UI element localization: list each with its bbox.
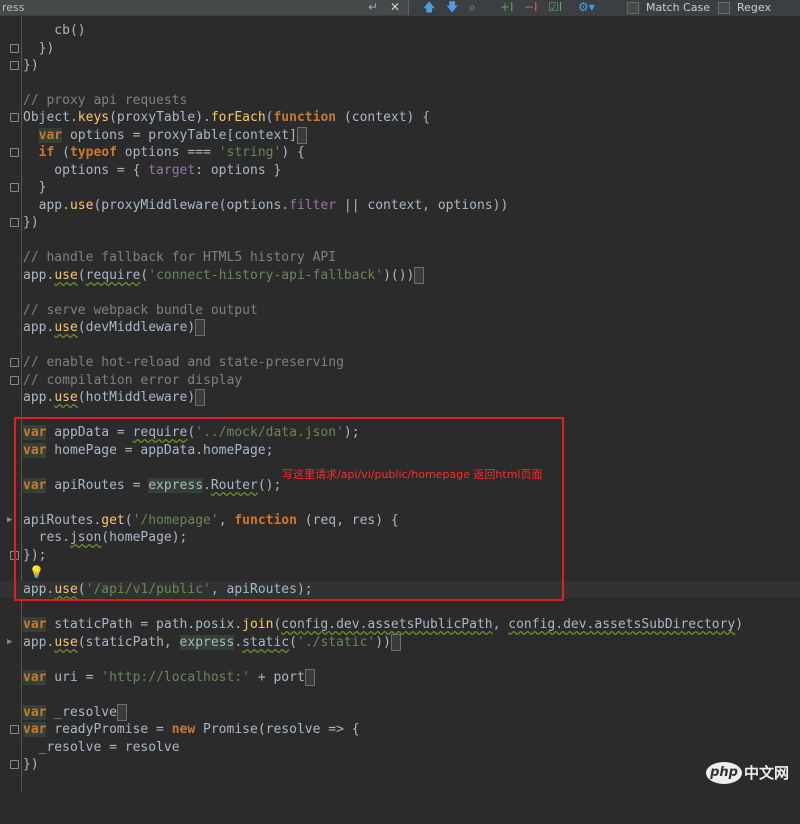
clear-search-icon[interactable]: ✕	[390, 0, 400, 15]
down-arrow-icon[interactable]: 🡇	[446, 0, 458, 15]
fold-marker-icon[interactable]	[10, 61, 19, 70]
code-line: if (typeof options === 'string') {	[0, 144, 800, 161]
fold-marker-icon[interactable]	[10, 218, 19, 227]
code-line: // enable hot-reload and state-preservin…	[0, 354, 800, 371]
fold-marker-icon[interactable]	[10, 44, 19, 53]
match-case-label[interactable]: Match Case	[646, 0, 710, 15]
search-input[interactable]: ress ↵ ✕	[0, 0, 409, 15]
code-line: var uri = 'http://localhost:' + port	[0, 669, 800, 686]
select-all-occurrences-icon[interactable]: ☑I	[548, 0, 562, 15]
add-occurrence-icon[interactable]: +I	[500, 0, 514, 15]
code-line: ▶ app.use(staticPath, express.static('./…	[0, 634, 800, 651]
remove-occurrence-icon[interactable]: −I	[524, 0, 538, 15]
code-editor[interactable]: cb() }) }) // proxy api requests Object.…	[0, 16, 800, 792]
match-case-checkbox[interactable]	[627, 2, 639, 14]
code-line: })	[0, 40, 800, 57]
watermark-text: 中文网	[744, 764, 790, 782]
fold-marker-icon[interactable]	[10, 760, 19, 769]
regex-label[interactable]: Regex	[737, 0, 771, 15]
code-line: app.use(hotMiddleware)	[0, 389, 800, 406]
code-line: var options = proxyTable[context]	[0, 127, 800, 144]
search-input-value: ress	[2, 1, 25, 14]
code-line: var readyPromise = new Promise(resolve =…	[0, 721, 800, 738]
php-logo: php	[706, 762, 742, 784]
regex-checkbox[interactable]	[718, 2, 730, 14]
code-line: // serve webpack bundle output	[23, 303, 258, 318]
fold-marker-icon[interactable]	[10, 183, 19, 192]
find-all-icon[interactable]: ⌕	[469, 0, 476, 15]
fold-marker-icon[interactable]	[10, 113, 19, 122]
annotation-text: 写这里请求/api/vi/public/homepage 返回html页面	[282, 468, 543, 481]
annotation-highlight-box	[14, 417, 564, 601]
enter-icon[interactable]: ↵	[368, 0, 378, 15]
code-line: app.use(require('connect-history-api-fal…	[0, 267, 800, 284]
code-line: // proxy api requests	[23, 93, 188, 108]
code-line: }	[0, 179, 800, 196]
code-line: options = { target: options }	[23, 163, 282, 178]
code-line: var _resolve	[0, 704, 800, 721]
watermark-logo: php 中文网	[706, 758, 792, 788]
code-line: })	[0, 756, 800, 773]
fold-marker-icon[interactable]	[10, 148, 19, 157]
breakpoint-arrow-icon[interactable]: ▶	[7, 634, 12, 651]
code-line: cb()	[23, 23, 86, 38]
code-line: })	[0, 214, 800, 231]
breakpoint-arrow-icon[interactable]: ▶	[7, 512, 12, 529]
code-line: _resolve = resolve	[23, 740, 180, 755]
code-line: app.use(proxyMiddleware(options.filter |…	[23, 198, 509, 213]
code-line: })	[0, 57, 800, 74]
code-line: // compilation error display	[0, 372, 800, 389]
code-line: Object.keys(proxyTable).forEach(function…	[0, 109, 800, 126]
fold-marker-icon[interactable]	[10, 358, 19, 367]
gear-icon[interactable]: ⚙▾	[578, 0, 595, 15]
search-toolbar: ress ↵ ✕ 🡅 🡇 ⌕ +I −I ☑I ⚙▾ Match Case Re…	[0, 0, 800, 17]
fold-marker-icon[interactable]	[10, 376, 19, 385]
code-line: var staticPath = path.posix.join(config.…	[23, 617, 744, 632]
code-line: // handle fallback for HTML5 history API	[23, 250, 337, 265]
up-arrow-icon[interactable]: 🡅	[423, 0, 435, 15]
code-line: app.use(devMiddleware)	[0, 319, 800, 336]
fold-marker-icon[interactable]	[10, 725, 19, 734]
